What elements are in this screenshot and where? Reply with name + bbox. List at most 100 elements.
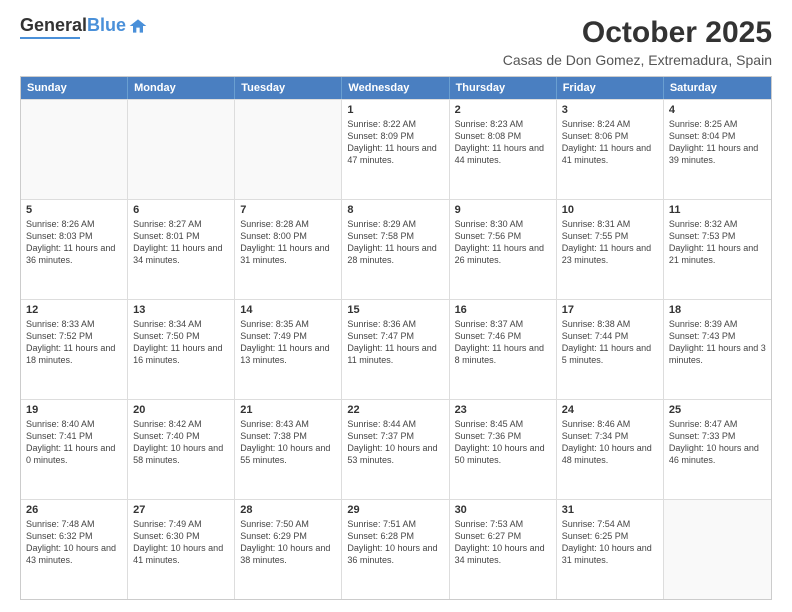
sunset-text: Sunset: 8:04 PM (669, 130, 766, 142)
calendar-row: 1Sunrise: 8:22 AMSunset: 8:09 PMDaylight… (21, 99, 771, 199)
sunset-text: Sunset: 8:08 PM (455, 130, 551, 142)
day-number: 12 (26, 304, 122, 316)
sunset-text: Sunset: 6:25 PM (562, 530, 658, 542)
daylight-text: Daylight: 11 hours and 11 minutes. (347, 342, 443, 366)
header-day-saturday: Saturday (664, 77, 771, 99)
sunset-text: Sunset: 7:56 PM (455, 230, 551, 242)
sunrise-text: Sunrise: 8:26 AM (26, 218, 122, 230)
day-number: 11 (669, 204, 766, 216)
calendar-cell: 8Sunrise: 8:29 AMSunset: 7:58 PMDaylight… (342, 200, 449, 299)
day-number: 20 (133, 404, 229, 416)
header-day-thursday: Thursday (450, 77, 557, 99)
logo-icon (128, 16, 148, 36)
day-number: 9 (455, 204, 551, 216)
sunrise-text: Sunrise: 8:35 AM (240, 318, 336, 330)
sunset-text: Sunset: 8:01 PM (133, 230, 229, 242)
day-number: 25 (669, 404, 766, 416)
sunrise-text: Sunrise: 8:27 AM (133, 218, 229, 230)
calendar-cell: 16Sunrise: 8:37 AMSunset: 7:46 PMDayligh… (450, 300, 557, 399)
calendar-cell: 21Sunrise: 8:43 AMSunset: 7:38 PMDayligh… (235, 400, 342, 499)
header-day-sunday: Sunday (21, 77, 128, 99)
calendar-cell: 17Sunrise: 8:38 AMSunset: 7:44 PMDayligh… (557, 300, 664, 399)
calendar-cell: 2Sunrise: 8:23 AMSunset: 8:08 PMDaylight… (450, 100, 557, 199)
daylight-text: Daylight: 11 hours and 0 minutes. (26, 442, 122, 466)
daylight-text: Daylight: 11 hours and 47 minutes. (347, 142, 443, 166)
daylight-text: Daylight: 11 hours and 16 minutes. (133, 342, 229, 366)
calendar-row: 19Sunrise: 8:40 AMSunset: 7:41 PMDayligh… (21, 399, 771, 499)
sunset-text: Sunset: 6:28 PM (347, 530, 443, 542)
calendar-cell: 22Sunrise: 8:44 AMSunset: 7:37 PMDayligh… (342, 400, 449, 499)
sunrise-text: Sunrise: 7:50 AM (240, 518, 336, 530)
daylight-text: Daylight: 11 hours and 28 minutes. (347, 242, 443, 266)
day-number: 26 (26, 504, 122, 516)
sunset-text: Sunset: 8:03 PM (26, 230, 122, 242)
sunset-text: Sunset: 7:41 PM (26, 430, 122, 442)
sunset-text: Sunset: 7:40 PM (133, 430, 229, 442)
calendar-cell: 28Sunrise: 7:50 AMSunset: 6:29 PMDayligh… (235, 500, 342, 599)
calendar-cell: 31Sunrise: 7:54 AMSunset: 6:25 PMDayligh… (557, 500, 664, 599)
day-number: 21 (240, 404, 336, 416)
day-number: 14 (240, 304, 336, 316)
daylight-text: Daylight: 11 hours and 3 minutes. (669, 342, 766, 366)
day-number: 8 (347, 204, 443, 216)
daylight-text: Daylight: 10 hours and 48 minutes. (562, 442, 658, 466)
daylight-text: Daylight: 11 hours and 23 minutes. (562, 242, 658, 266)
logo-text: GeneralBlue (20, 16, 126, 36)
calendar-cell: 24Sunrise: 8:46 AMSunset: 7:34 PMDayligh… (557, 400, 664, 499)
calendar-page: GeneralBlue October 2025 Casas de Don Go… (0, 0, 792, 612)
calendar-cell: 7Sunrise: 8:28 AMSunset: 8:00 PMDaylight… (235, 200, 342, 299)
daylight-text: Daylight: 10 hours and 41 minutes. (133, 542, 229, 566)
calendar-cell: 23Sunrise: 8:45 AMSunset: 7:36 PMDayligh… (450, 400, 557, 499)
day-number: 22 (347, 404, 443, 416)
sunrise-text: Sunrise: 8:28 AM (240, 218, 336, 230)
day-number: 5 (26, 204, 122, 216)
calendar-cell (21, 100, 128, 199)
sunset-text: Sunset: 6:27 PM (455, 530, 551, 542)
sunrise-text: Sunrise: 8:40 AM (26, 418, 122, 430)
sunset-text: Sunset: 7:34 PM (562, 430, 658, 442)
day-number: 27 (133, 504, 229, 516)
sunrise-text: Sunrise: 8:37 AM (455, 318, 551, 330)
sunset-text: Sunset: 7:36 PM (455, 430, 551, 442)
daylight-text: Daylight: 11 hours and 5 minutes. (562, 342, 658, 366)
day-number: 29 (347, 504, 443, 516)
daylight-text: Daylight: 10 hours and 58 minutes. (133, 442, 229, 466)
sunrise-text: Sunrise: 8:24 AM (562, 118, 658, 130)
calendar-cell: 14Sunrise: 8:35 AMSunset: 7:49 PMDayligh… (235, 300, 342, 399)
day-number: 16 (455, 304, 551, 316)
daylight-text: Daylight: 10 hours and 38 minutes. (240, 542, 336, 566)
calendar-cell: 15Sunrise: 8:36 AMSunset: 7:47 PMDayligh… (342, 300, 449, 399)
day-number: 18 (669, 304, 766, 316)
sunrise-text: Sunrise: 8:39 AM (669, 318, 766, 330)
title-area: October 2025 Casas de Don Gomez, Extrema… (503, 16, 772, 68)
sunset-text: Sunset: 6:32 PM (26, 530, 122, 542)
header-day-friday: Friday (557, 77, 664, 99)
sunset-text: Sunset: 7:49 PM (240, 330, 336, 342)
calendar-header: SundayMondayTuesdayWednesdayThursdayFrid… (21, 77, 771, 99)
day-number: 7 (240, 204, 336, 216)
day-number: 1 (347, 104, 443, 116)
sunrise-text: Sunrise: 8:47 AM (669, 418, 766, 430)
daylight-text: Daylight: 10 hours and 31 minutes. (562, 542, 658, 566)
location: Casas de Don Gomez, Extremadura, Spain (503, 52, 772, 68)
header-day-tuesday: Tuesday (235, 77, 342, 99)
calendar-cell: 1Sunrise: 8:22 AMSunset: 8:09 PMDaylight… (342, 100, 449, 199)
calendar-cell: 3Sunrise: 8:24 AMSunset: 8:06 PMDaylight… (557, 100, 664, 199)
header-day-monday: Monday (128, 77, 235, 99)
daylight-text: Daylight: 11 hours and 21 minutes. (669, 242, 766, 266)
calendar-cell: 12Sunrise: 8:33 AMSunset: 7:52 PMDayligh… (21, 300, 128, 399)
day-number: 3 (562, 104, 658, 116)
sunrise-text: Sunrise: 8:25 AM (669, 118, 766, 130)
calendar-cell: 13Sunrise: 8:34 AMSunset: 7:50 PMDayligh… (128, 300, 235, 399)
calendar-cell: 27Sunrise: 7:49 AMSunset: 6:30 PMDayligh… (128, 500, 235, 599)
calendar-cell: 19Sunrise: 8:40 AMSunset: 7:41 PMDayligh… (21, 400, 128, 499)
calendar-cell: 25Sunrise: 8:47 AMSunset: 7:33 PMDayligh… (664, 400, 771, 499)
daylight-text: Daylight: 10 hours and 46 minutes. (669, 442, 766, 466)
sunset-text: Sunset: 7:38 PM (240, 430, 336, 442)
sunset-text: Sunset: 7:44 PM (562, 330, 658, 342)
calendar-cell: 29Sunrise: 7:51 AMSunset: 6:28 PMDayligh… (342, 500, 449, 599)
calendar-cell: 4Sunrise: 8:25 AMSunset: 8:04 PMDaylight… (664, 100, 771, 199)
header: GeneralBlue October 2025 Casas de Don Go… (20, 16, 772, 68)
calendar-body: 1Sunrise: 8:22 AMSunset: 8:09 PMDaylight… (21, 99, 771, 599)
day-number: 10 (562, 204, 658, 216)
